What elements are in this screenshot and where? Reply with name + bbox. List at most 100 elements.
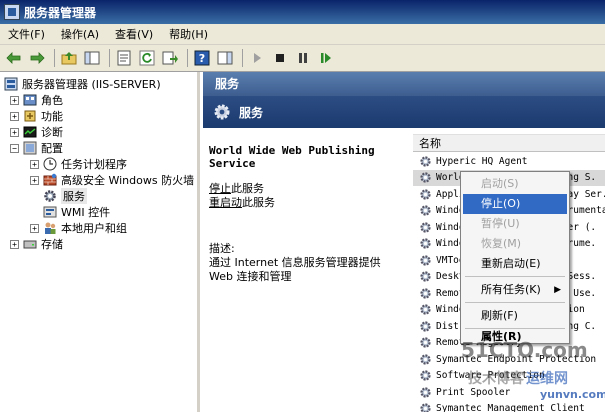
gear-icon [420, 188, 431, 200]
menu-bar: 文件(F) 操作(A) 查看(V) 帮助(H) [0, 24, 605, 45]
features-icon [24, 110, 36, 122]
tree-item-diagnostics[interactable]: + 诊断 [10, 124, 63, 140]
toolbar-separator [109, 49, 110, 67]
gear-icon [420, 155, 431, 167]
gear-icon [420, 221, 431, 233]
forward-icon[interactable] [27, 48, 47, 68]
menu-resume[interactable]: 恢复(M) [463, 234, 567, 254]
svg-text:?: ? [199, 52, 205, 65]
service-row[interactable]: Symantec Management Client [413, 401, 605, 412]
restart-service-icon[interactable] [316, 48, 336, 68]
service-actions: 停止此服务 重启动此服务 [209, 182, 407, 210]
show-hide-action-pane-icon[interactable] [215, 48, 235, 68]
export-list-icon[interactable] [160, 48, 180, 68]
users-icon [45, 222, 56, 234]
subheader-title: 服务 [239, 105, 264, 120]
menu-start[interactable]: 启动(S) [463, 174, 567, 194]
toolbar: ? [0, 45, 605, 72]
content-header: 服务 [203, 72, 605, 96]
restart-service-link[interactable]: 重启动 [209, 196, 242, 209]
start-service-icon[interactable] [247, 48, 267, 68]
stop-service-text: 此服务 [231, 182, 264, 195]
toolbar-separator [54, 49, 55, 67]
tree-item-task-scheduler[interactable]: + 任务计划程序 [30, 156, 127, 172]
expand-toggle[interactable]: + [30, 175, 39, 185]
content-subheader: 服务 [203, 96, 605, 128]
expand-toggle[interactable]: + [30, 159, 39, 169]
back-icon[interactable] [4, 48, 24, 68]
menu-separator [465, 302, 565, 303]
menu-pause[interactable]: 暂停(U) [463, 214, 567, 234]
stop-service-link[interactable]: 停止 [209, 182, 231, 195]
diagnostics-icon [23, 126, 37, 138]
show-hide-tree-icon[interactable] [82, 48, 102, 68]
expand-toggle[interactable]: + [10, 127, 19, 137]
stop-service-icon[interactable] [270, 48, 290, 68]
configuration-icon [23, 141, 37, 155]
gear-icon [420, 337, 431, 348]
tree-item-roles[interactable]: + 角色 [10, 92, 63, 108]
tree-item-wmi[interactable]: WMI 控件 [43, 204, 110, 220]
tree-item-label: 角色 [41, 94, 63, 107]
tree-item-label: 功能 [41, 110, 63, 123]
gear-icon [420, 172, 431, 183]
service-row[interactable]: Hyperic HQ Agent [413, 153, 605, 169]
service-name: World Wide Web Publishing Service [209, 144, 375, 170]
tree-item-firewall[interactable]: + 高级安全 Windows 防火墙 [30, 172, 194, 188]
tree-item-storage[interactable]: + 存储 [10, 236, 63, 252]
menu-separator [465, 276, 565, 277]
submenu-arrow-icon: ▶ [554, 285, 561, 295]
gear-icon [420, 304, 431, 315]
watermark-blog: 技术博客 [468, 371, 524, 387]
menu-stop[interactable]: 停止(O) [463, 194, 567, 214]
menu-action[interactable]: 操作(A) [53, 24, 107, 45]
properties-icon[interactable] [114, 48, 134, 68]
watermark-brand: 51CTO.com [461, 338, 588, 362]
menu-all-tasks-label: 所有任务(K) [481, 283, 541, 296]
tree-item-configuration[interactable]: − 配置 [10, 140, 63, 156]
expand-toggle[interactable]: + [10, 95, 19, 105]
pause-service-icon[interactable] [293, 48, 313, 68]
tree-item-label: 配置 [41, 142, 63, 155]
toolbar-separator [242, 49, 243, 67]
gear-icon [420, 238, 431, 249]
column-header-name[interactable]: 名称 [413, 134, 605, 152]
collapse-toggle[interactable]: − [10, 143, 19, 153]
tree-item-services[interactable]: 服务 [43, 188, 87, 204]
toolbar-separator [187, 49, 188, 67]
menu-refresh[interactable]: 刷新(F) [463, 306, 567, 326]
tree-item-label: 本地用户和组 [61, 222, 127, 235]
menu-all-tasks[interactable]: 所有任务(K) ▶ [463, 280, 567, 300]
service-row-name: Symantec Management Client [436, 403, 585, 412]
tree-item-local-users[interactable]: + 本地用户和组 [30, 220, 127, 236]
tree-item-label: 存储 [41, 238, 63, 251]
expand-toggle[interactable]: + [30, 223, 39, 233]
gear-icon [420, 271, 431, 282]
gear-icon [420, 353, 431, 365]
gear-icon [420, 287, 431, 299]
refresh-icon[interactable] [137, 48, 157, 68]
service-description-panel: World Wide Web Publishing Service 停止此服务 … [203, 128, 413, 412]
expand-toggle[interactable]: + [10, 239, 19, 249]
expand-toggle[interactable]: + [10, 111, 19, 121]
wmi-control-icon [43, 206, 57, 218]
tree-root[interactable]: 服务器管理器 (IIS-SERVER) [4, 76, 161, 92]
up-folder-icon[interactable] [59, 48, 79, 68]
title-bar: 服务器管理器 [0, 0, 605, 24]
tree-item-label: 任务计划程序 [61, 158, 127, 171]
menu-help[interactable]: 帮助(H) [161, 24, 216, 45]
gear-icon [420, 320, 431, 332]
help-icon[interactable]: ? [192, 48, 212, 68]
tree-item-features[interactable]: + 功能 [10, 108, 63, 124]
menu-view[interactable]: 查看(V) [107, 24, 161, 45]
context-menu: 启动(S) 停止(O) 暂停(U) 恢复(M) 重新启动(E) 所有任务(K) … [460, 171, 570, 344]
menu-file[interactable]: 文件(F) [0, 24, 53, 45]
server-manager-icon [4, 4, 20, 20]
tree-item-label: WMI 控件 [61, 206, 111, 219]
restart-service-text: 此服务 [242, 196, 275, 209]
gear-icon [420, 205, 431, 216]
menu-restart[interactable]: 重新启动(E) [463, 254, 567, 274]
server-manager-icon [4, 77, 18, 91]
tree-item-label: 高级安全 Windows 防火墙 [61, 174, 195, 187]
gear-icon [420, 370, 431, 381]
